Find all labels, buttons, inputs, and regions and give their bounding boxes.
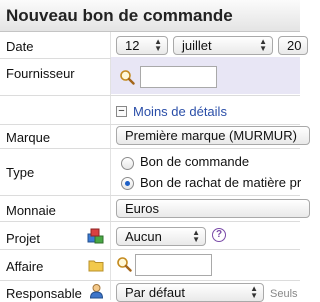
select-arrows-icon: ▲ ▼ xyxy=(250,284,258,300)
projet-select[interactable]: Aucun ▲ ▼ xyxy=(116,227,206,246)
row-separator xyxy=(0,95,300,96)
row-separator xyxy=(0,148,300,149)
fournisseur-label: Fournisseur xyxy=(6,66,75,81)
date-year-select[interactable]: 20 xyxy=(278,36,308,55)
type-label: Type xyxy=(6,165,35,180)
marque-select[interactable]: Première marque (MURMUR) xyxy=(116,126,310,145)
monnaie-label: Monnaie xyxy=(6,203,56,218)
date-year-value: 20 xyxy=(287,38,302,53)
help-icon[interactable]: ? xyxy=(212,228,226,242)
select-arrows-icon: ▲ ▼ xyxy=(192,228,200,244)
row-separator xyxy=(0,124,300,125)
less-details-link[interactable]: Moins de détails xyxy=(133,104,227,119)
type-radio-bon-rachat[interactable] xyxy=(121,177,134,190)
responsable-label: Responsable xyxy=(6,286,82,301)
affaire-label: Affaire xyxy=(6,259,44,274)
form-title: Nouveau bon de commande xyxy=(6,6,233,25)
row-separator xyxy=(0,249,300,250)
select-arrows-icon: ▲ ▼ xyxy=(259,37,267,53)
magnifier-icon[interactable] xyxy=(116,256,132,272)
type-radio-bon-commande[interactable] xyxy=(121,157,134,170)
row-separator xyxy=(0,280,300,281)
date-day-value: 12 xyxy=(125,38,140,53)
responsable-hint: Seuls xyxy=(270,288,298,300)
responsable-value: Par défaut xyxy=(125,285,185,300)
monnaie-select[interactable]: Euros xyxy=(116,199,310,218)
date-label: Date xyxy=(6,39,34,54)
responsable-select[interactable]: Par défaut ▲ ▼ xyxy=(116,283,264,302)
projet-value: Aucun xyxy=(125,229,162,244)
type-option-label: Bon de rachat de matière pr xyxy=(140,175,302,190)
row-separator xyxy=(0,195,300,196)
folder-icon[interactable] xyxy=(88,258,104,272)
type-option-label: Bon de commande xyxy=(140,154,250,169)
monnaie-value: Euros xyxy=(125,201,159,216)
date-month-select[interactable]: juillet ▲ ▼ xyxy=(173,36,273,55)
marque-value: Première marque (MURMUR) xyxy=(125,128,297,143)
fournisseur-input[interactable] xyxy=(140,66,217,88)
project-boxes-icon xyxy=(87,228,104,244)
projet-label: Projet xyxy=(6,231,40,246)
date-month-value: juillet xyxy=(182,38,212,53)
date-day-select[interactable]: 12 ▲ ▼ xyxy=(116,36,168,55)
affaire-input[interactable] xyxy=(135,254,212,276)
magnifier-icon[interactable] xyxy=(119,69,135,85)
form-header: Nouveau bon de commande xyxy=(0,0,300,32)
select-arrows-icon: ▲ ▼ xyxy=(154,37,162,53)
row-separator xyxy=(0,221,300,222)
user-icon xyxy=(89,284,104,299)
collapse-toggle-icon[interactable]: − xyxy=(116,106,127,117)
marque-label: Marque xyxy=(6,130,51,145)
